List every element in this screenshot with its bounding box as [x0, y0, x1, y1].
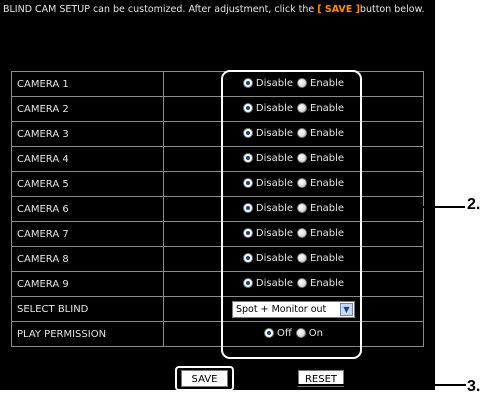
- camera-label: CAMERA 6: [11, 196, 164, 222]
- camera-label: CAMERA 1: [11, 71, 164, 97]
- save-highlight-box: [175, 366, 234, 391]
- camera-label: CAMERA 9: [11, 271, 164, 297]
- callout-3-leader: [234, 384, 466, 386]
- controls-highlight-box: [221, 70, 362, 359]
- camera-label: CAMERA 3: [11, 121, 164, 147]
- camera-label: CAMERA 4: [11, 146, 164, 172]
- camera-label: CAMERA 8: [11, 246, 164, 272]
- callout-2-label: 2.: [467, 196, 481, 213]
- select-blind-label: SELECT BLIND: [11, 296, 164, 322]
- camera-label: CAMERA 5: [11, 171, 164, 197]
- blind-cam-setup-panel: BLIND CAM SETUP can be customized. After…: [0, 0, 435, 390]
- camera-settings-table: CAMERA 1 Disable Enable CAMERA 2 Disable Enab…: [11, 71, 424, 347]
- camera-label: CAMERA 2: [11, 96, 164, 122]
- callout-3-label: 3.: [467, 378, 481, 395]
- camera-label: CAMERA 7: [11, 221, 164, 247]
- callout-2-leader: [362, 206, 465, 208]
- instruction-text: BLIND CAM SETUP can be customized. After…: [3, 4, 425, 15]
- save-highlight: [ SAVE ]: [317, 4, 360, 15]
- play-permission-label: PLAY PERMISSION: [11, 321, 164, 347]
